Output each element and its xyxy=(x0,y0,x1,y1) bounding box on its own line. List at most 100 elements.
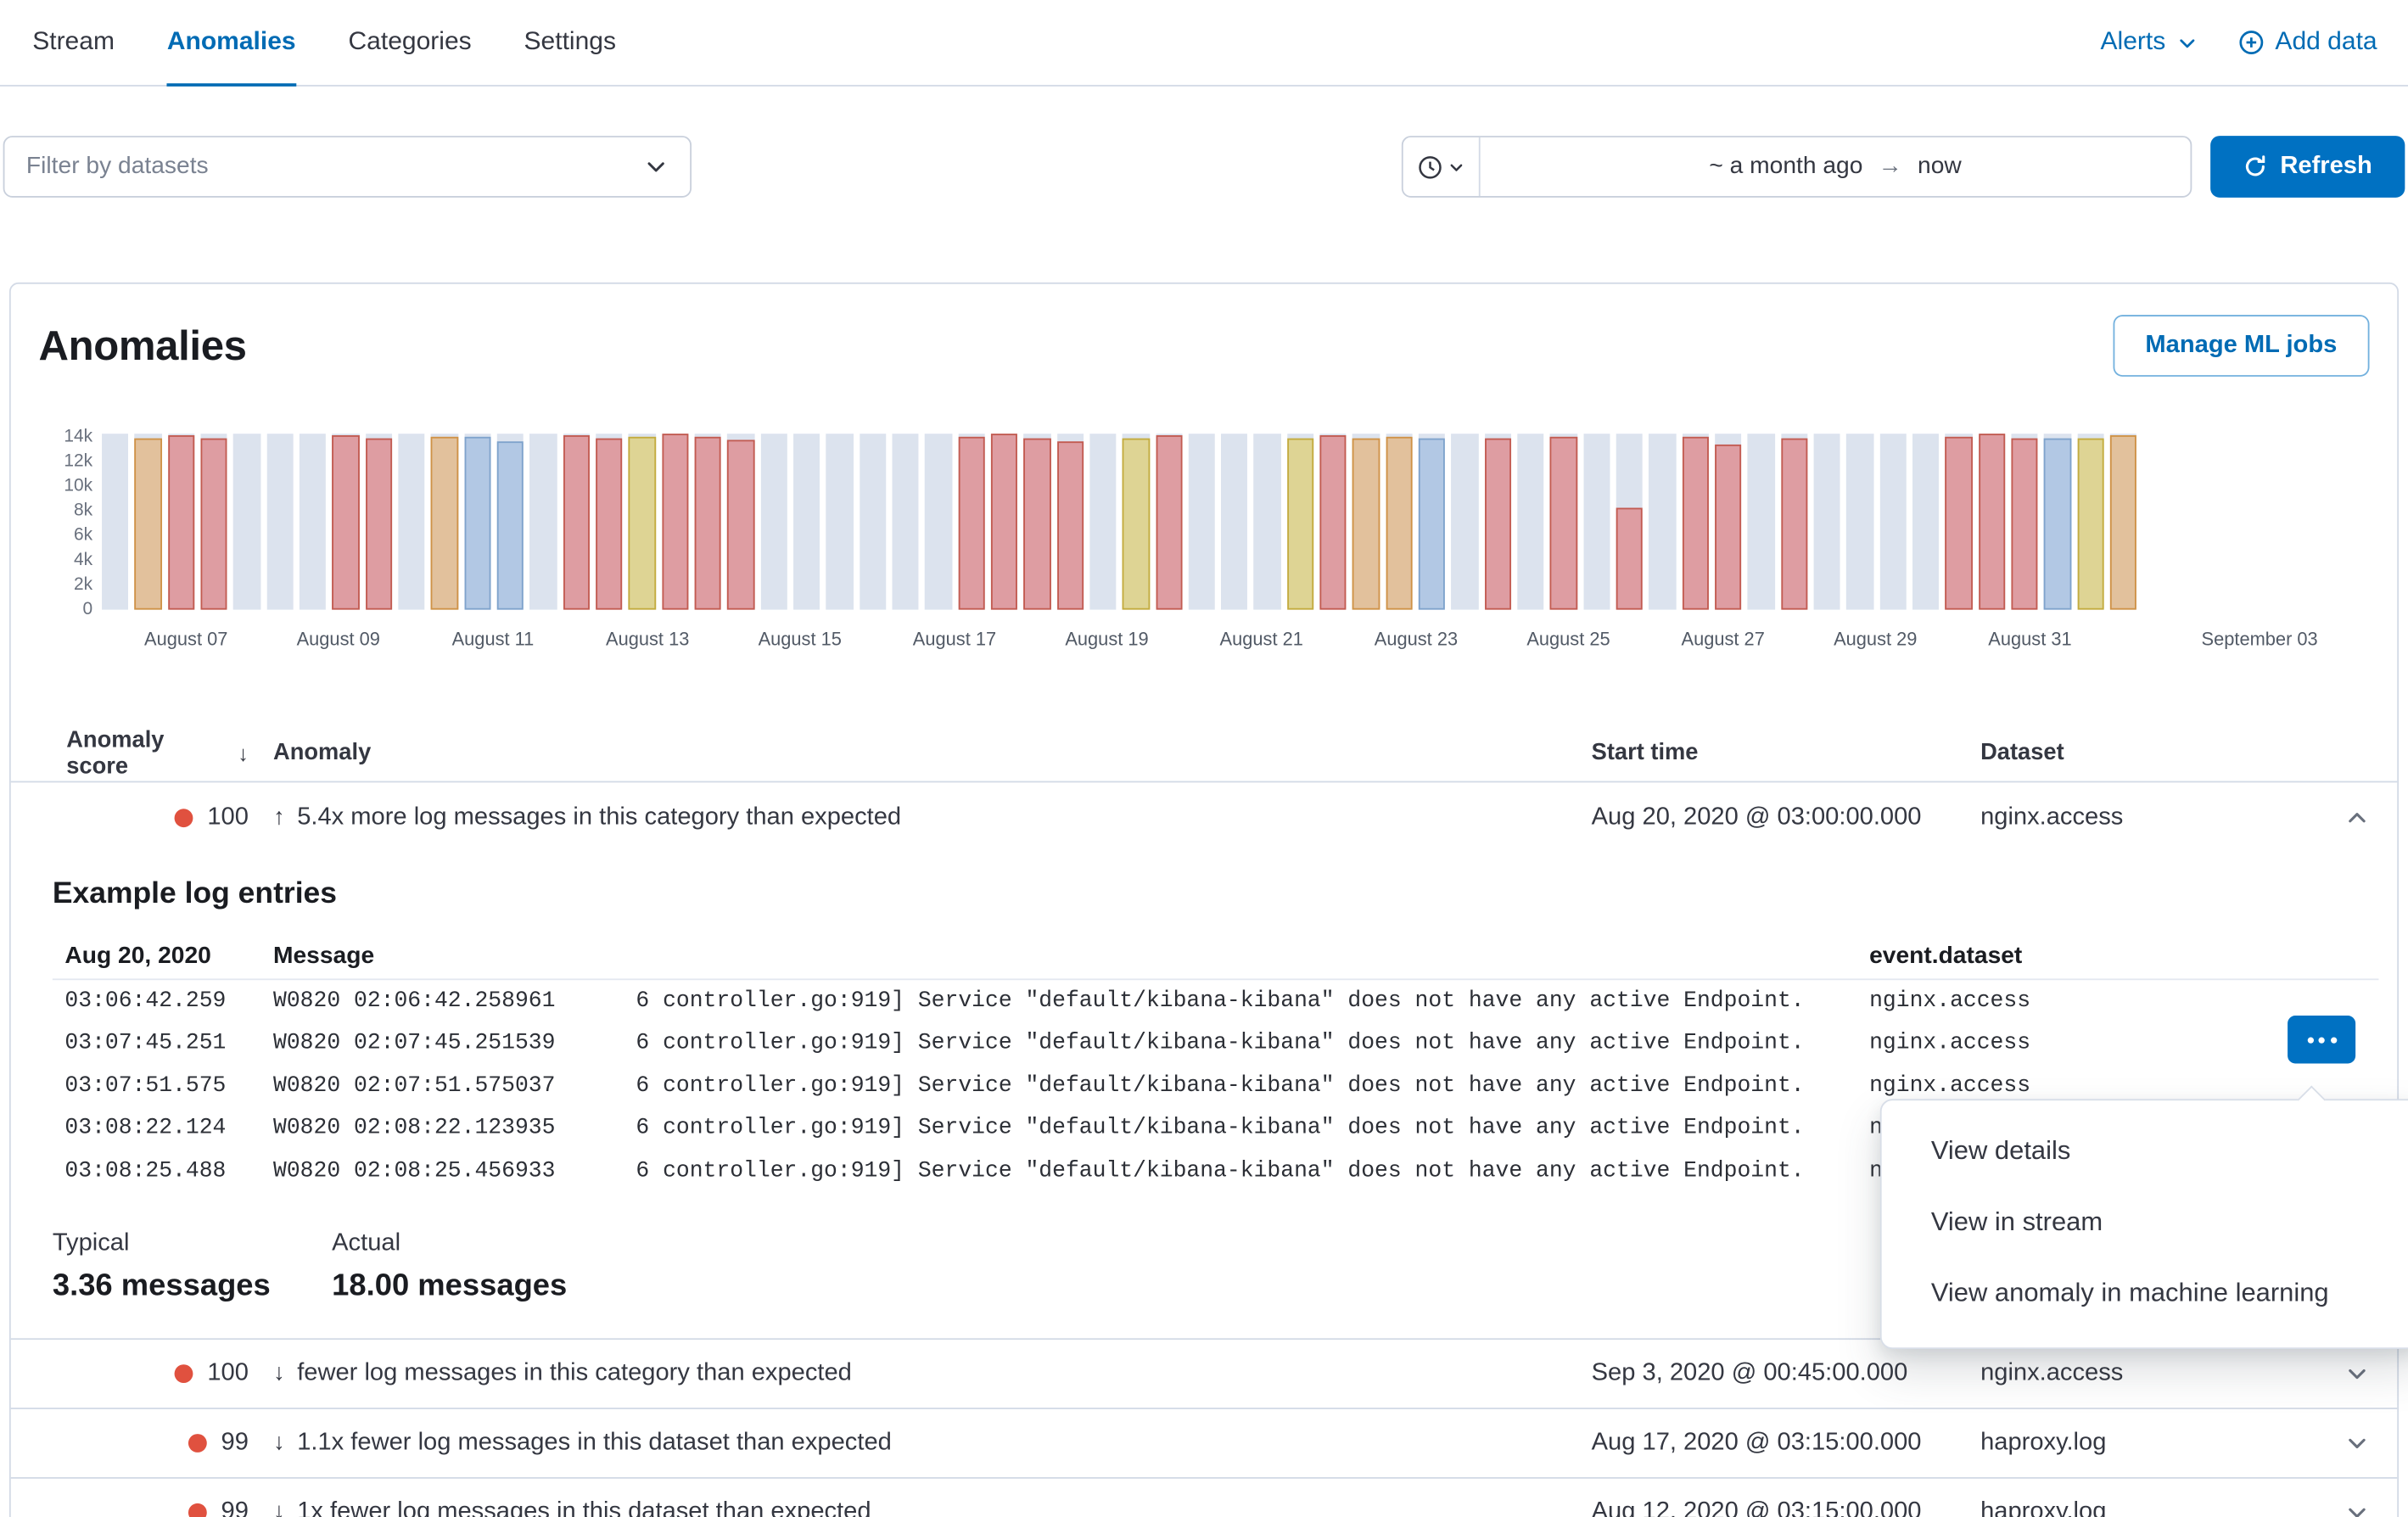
chart-bar xyxy=(431,429,458,610)
chart-y-tick-label: 0 xyxy=(82,599,92,620)
chart-bar-base xyxy=(233,434,260,610)
severity-dot xyxy=(188,1433,207,1452)
chart-area: August 07August 09August 11August 13Augu… xyxy=(102,429,2376,665)
start-time: Sep 3, 2020 @ 00:45:00.000 xyxy=(1592,1359,1980,1387)
chart-anomaly-overlay-major xyxy=(1352,439,1380,609)
alerts-dropdown[interactable]: Alerts xyxy=(2101,28,2198,58)
chart-anomaly-overlay-warning xyxy=(1419,439,1446,609)
chart-anomaly-overlay-critical xyxy=(1023,438,1050,610)
toolbar: Filter by datasets ~ a month ago → now R… xyxy=(0,136,2408,198)
column-header-anomaly-score[interactable]: Anomaly score ↓ xyxy=(11,726,249,779)
dataset: nginx.access xyxy=(1980,803,2317,831)
chart-bar xyxy=(892,429,919,610)
ellipsis-icon xyxy=(2307,1037,2313,1043)
anomaly-row: 100 ↑ 5.4x more log messages in this cat… xyxy=(11,782,2398,852)
chart-bar-base xyxy=(1912,434,1940,610)
column-header-dataset: Dataset xyxy=(1980,739,2317,765)
chart-bar xyxy=(925,429,952,610)
chevron-down-icon xyxy=(644,154,669,179)
anomalies-histogram: 02k4k6k8k10k12k14k August 07August 09Aug… xyxy=(11,429,2398,665)
log-entry-row: 03:06:42.259 W0820 02:06:42.258961 6 con… xyxy=(53,980,2397,1022)
quick-select-button[interactable] xyxy=(1403,137,1481,196)
log-column-date: Aug 20, 2020 xyxy=(53,943,273,971)
chart-bar-base xyxy=(892,434,919,610)
chart-bar-base xyxy=(925,434,952,610)
chart-anomaly-overlay-critical xyxy=(694,437,721,610)
chart-bar xyxy=(596,429,623,610)
chart-bar-base xyxy=(1748,434,1775,610)
refresh-button[interactable]: Refresh xyxy=(2210,136,2405,198)
anomaly-score: 99 xyxy=(221,1429,249,1457)
chart-bar-base xyxy=(102,434,129,610)
logs-anomalies-page: Stream Anomalies Categories Settings Ale… xyxy=(0,0,2408,1517)
menu-item-view-anomaly-in-machine-learning[interactable]: View anomaly in machine learning xyxy=(1882,1258,2408,1329)
expand-row-button[interactable] xyxy=(2338,1493,2376,1517)
header-actions: Alerts Add data xyxy=(2101,0,2377,85)
chart-y-tick-label: 2k xyxy=(74,574,92,596)
anomaly-row: 99 ↓ 1x fewer log messages in this datas… xyxy=(11,1478,2398,1517)
chart-plot[interactable] xyxy=(102,429,2136,610)
chart-bar xyxy=(826,429,854,610)
chart-bar xyxy=(694,429,721,610)
tab-categories[interactable]: Categories xyxy=(348,0,471,85)
chart-bar xyxy=(1221,429,1248,610)
row-actions-popover: View details View in stream View anomaly… xyxy=(1880,1099,2408,1349)
start-time: Aug 12, 2020 @ 03:15:00.000 xyxy=(1592,1498,1980,1517)
menu-item-view-in-stream[interactable]: View in stream xyxy=(1882,1187,2408,1258)
collapse-row-button[interactable] xyxy=(2338,798,2376,836)
chart-x-tick-label: August 25 xyxy=(1526,628,1610,649)
chart-anomaly-overlay-major xyxy=(431,437,458,610)
chart-x-tick-label: August 19 xyxy=(1065,628,1148,649)
chart-bar xyxy=(497,429,524,610)
chart-bar xyxy=(760,429,787,610)
date-range-display[interactable]: ~ a month ago → now xyxy=(1481,137,2191,196)
chart-bar-base xyxy=(1518,434,1545,610)
log-timestamp: 03:08:22.124 xyxy=(53,1117,273,1141)
tab-anomalies[interactable]: Anomalies xyxy=(167,0,296,85)
date-range-start[interactable]: ~ a month ago xyxy=(1709,153,1862,181)
chart-bar-base xyxy=(266,434,294,610)
chart-anomaly-overlay-critical xyxy=(365,439,392,609)
chart-bar xyxy=(727,429,754,610)
chevron-down-icon xyxy=(2344,1499,2369,1517)
dataset: haproxy.log xyxy=(1980,1429,2317,1457)
top-tab-bar: Stream Anomalies Categories Settings Ale… xyxy=(0,0,2408,87)
log-message: W0820 02:07:45.251539 6 controller.go:91… xyxy=(273,1032,1869,1056)
dataset-filter-combobox[interactable]: Filter by datasets xyxy=(3,136,692,198)
manage-ml-jobs-button[interactable]: Manage ML jobs xyxy=(2113,315,2369,377)
chart-bar xyxy=(1089,429,1117,610)
tab-stream[interactable]: Stream xyxy=(32,0,115,85)
typical-value: 3.36 messages xyxy=(53,1268,332,1303)
chart-y-tick-label: 12k xyxy=(64,451,92,472)
chart-y-tick-label: 6k xyxy=(74,524,92,546)
add-data-button[interactable]: Add data xyxy=(2238,28,2377,58)
tab-settings[interactable]: Settings xyxy=(524,0,616,85)
menu-item-view-details[interactable]: View details xyxy=(1882,1116,2408,1187)
anomaly-score: 100 xyxy=(207,1359,249,1387)
date-range-end[interactable]: now xyxy=(1918,153,1962,181)
chart-bar xyxy=(2012,429,2039,610)
arrow-down-icon: ↓ xyxy=(273,1430,285,1456)
chart-y-axis: 02k4k6k8k10k12k14k xyxy=(11,429,102,610)
expand-row-button[interactable] xyxy=(2338,1424,2376,1461)
log-message: W0820 02:06:42.258961 6 controller.go:91… xyxy=(273,989,1869,1014)
row-actions-button[interactable] xyxy=(2288,1016,2355,1063)
add-data-label: Add data xyxy=(2275,28,2377,58)
chart-bar xyxy=(1023,429,1050,610)
chart-anomaly-overlay-minor xyxy=(1123,438,1150,610)
column-header-start-time[interactable]: Start time xyxy=(1592,739,1980,765)
chart-anomaly-overlay-critical xyxy=(200,438,227,610)
chart-y-tick-label: 8k xyxy=(74,500,92,521)
log-dataset: nginx.access xyxy=(1869,989,2397,1014)
chart-bar-base xyxy=(1814,434,1841,610)
chart-bar-base xyxy=(1879,434,1907,610)
chart-anomaly-overlay-critical xyxy=(1979,434,2006,610)
ellipsis-icon xyxy=(2318,1037,2324,1043)
chart-bar xyxy=(300,429,327,610)
chart-bar xyxy=(200,429,227,610)
expand-row-button[interactable] xyxy=(2338,1354,2376,1391)
chart-anomaly-overlay-critical xyxy=(1781,438,1808,610)
chart-x-axis: August 07August 09August 11August 13Augu… xyxy=(102,622,2376,665)
anomaly-score: 100 xyxy=(207,803,249,831)
anomaly-message: 1x fewer log messages in this dataset th… xyxy=(297,1498,871,1517)
